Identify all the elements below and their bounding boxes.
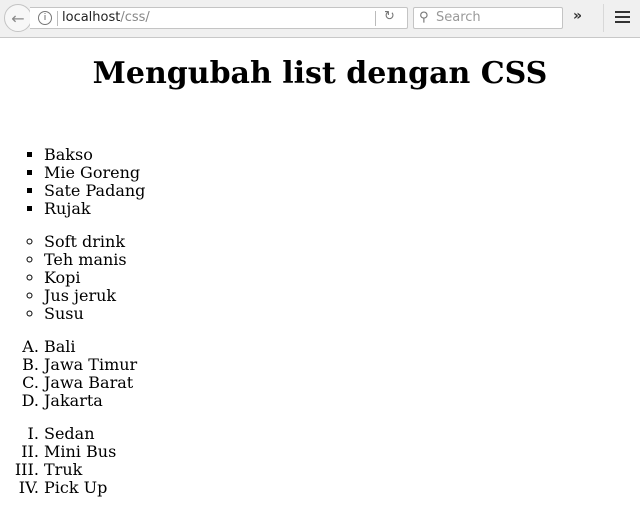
back-arrow-icon: ← xyxy=(11,8,25,28)
list-item: Bakso xyxy=(44,146,145,164)
roman-list: Sedan Mini Bus Truk Pick Up xyxy=(0,425,145,497)
list-item: Teh manis xyxy=(44,251,145,269)
hamburger-menu-icon[interactable] xyxy=(615,11,630,24)
reload-separator xyxy=(375,11,376,26)
back-button[interactable]: ← xyxy=(4,4,32,32)
circle-list: Soft drink Teh manis Kopi Jus jeruk Susu xyxy=(0,233,145,323)
search-icon: ⚲ xyxy=(419,10,429,25)
list-item: Pick Up xyxy=(44,479,145,497)
list-item: Mini Bus xyxy=(44,443,145,461)
url-separator xyxy=(57,11,58,26)
list-item: Susu xyxy=(44,305,145,323)
list-item: Sate Padang xyxy=(44,182,145,200)
list-item: Jus jeruk xyxy=(44,287,145,305)
info-icon[interactable]: i xyxy=(38,11,52,25)
list-item: Sedan xyxy=(44,425,145,443)
square-list: Bakso Mie Goreng Sate Padang Rujak xyxy=(0,146,145,218)
alpha-list: Bali Jawa Timur Jawa Barat Jakarta xyxy=(0,338,145,410)
page-content: Bakso Mie Goreng Sate Padang Rujak Soft … xyxy=(0,146,145,512)
search-bar[interactable]: ⚲ Search xyxy=(413,7,563,29)
overflow-chevron-icon[interactable]: » xyxy=(573,8,582,24)
list-item: Soft drink xyxy=(44,233,145,251)
browser-toolbar: ← i localhost/css/ ↻ ⚲ Search » xyxy=(0,0,640,38)
url-path: /css/ xyxy=(120,10,150,25)
list-item: Jakarta xyxy=(44,392,145,410)
page-title: Mengubah list dengan CSS xyxy=(92,56,548,91)
address-bar[interactable]: i localhost/css/ ↻ xyxy=(30,7,408,29)
list-item: Jawa Timur xyxy=(44,356,145,374)
list-item: Jawa Barat xyxy=(44,374,145,392)
url-text[interactable]: localhost/css/ xyxy=(62,10,150,25)
list-item: Mie Goreng xyxy=(44,164,145,182)
list-item: Bali xyxy=(44,338,145,356)
reload-icon[interactable]: ↻ xyxy=(384,9,395,24)
search-placeholder: Search xyxy=(436,10,481,25)
list-item: Kopi xyxy=(44,269,145,287)
toolbar-separator xyxy=(603,4,604,32)
list-item: Truk xyxy=(44,461,145,479)
url-host: localhost xyxy=(62,10,121,25)
list-item: Rujak xyxy=(44,200,145,218)
